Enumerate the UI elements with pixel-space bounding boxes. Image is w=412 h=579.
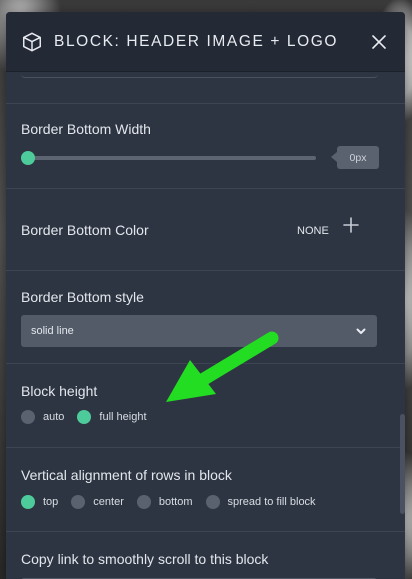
block-height-option-auto[interactable]: auto	[21, 410, 64, 424]
border-style-selected: solid line	[31, 325, 74, 337]
radio-dot	[136, 495, 151, 509]
radio-dot	[71, 495, 86, 509]
radio-label: spread to fill block	[227, 496, 316, 508]
block-height-label: Block height	[21, 383, 98, 399]
add-color-icon[interactable]	[343, 217, 359, 233]
previous-setting-remnant	[6, 72, 405, 104]
block-height-section: Block height auto full height	[6, 364, 405, 448]
scrollbar[interactable]	[400, 414, 405, 514]
vertical-alignment-options: top center bottom spread to fill block	[21, 495, 329, 509]
radio-label: bottom	[158, 496, 193, 508]
radio-label: center	[93, 496, 124, 508]
valign-option-center[interactable]: center	[71, 495, 124, 509]
panel-title: BLOCK: HEADER IMAGE + LOGO	[54, 32, 339, 50]
radio-dot-selected	[21, 495, 35, 509]
border-width-slider-track[interactable]	[28, 156, 316, 160]
border-width-slider-thumb[interactable]	[21, 151, 35, 165]
border-style-section: Border Bottom style solid line	[6, 271, 405, 364]
radio-dot-selected	[77, 410, 92, 424]
border-style-label: Border Bottom style	[21, 289, 144, 305]
block-settings-panel: BLOCK: HEADER IMAGE + LOGO Border Bottom…	[6, 12, 405, 579]
cube-icon	[23, 32, 41, 51]
close-icon[interactable]	[371, 34, 387, 50]
radio-label: top	[43, 496, 59, 508]
copy-link-section: Copy link to smoothly scroll to this blo…	[6, 532, 405, 579]
block-height-options: auto full height	[21, 410, 160, 424]
valign-option-top[interactable]: top	[21, 495, 58, 509]
border-color-value: NONE	[297, 225, 329, 237]
block-height-option-full[interactable]: full height	[77, 410, 147, 424]
radio-dot	[21, 410, 35, 424]
border-width-label: Border Bottom Width	[21, 121, 151, 137]
vertical-alignment-section: Vertical alignment of rows in block top …	[6, 448, 405, 532]
panel-header: BLOCK: HEADER IMAGE + LOGO	[6, 12, 405, 72]
chevron-down-icon	[356, 328, 366, 334]
border-color-label: Border Bottom Color	[21, 222, 149, 238]
copy-link-label: Copy link to smoothly scroll to this blo…	[21, 551, 269, 567]
radio-label: auto	[43, 411, 65, 423]
border-color-section: Border Bottom Color NONE	[6, 189, 405, 271]
valign-option-bottom[interactable]: bottom	[136, 495, 193, 509]
vertical-alignment-label: Vertical alignment of rows in block	[21, 467, 232, 483]
border-width-value: 0px	[331, 146, 379, 169]
valign-option-spread[interactable]: spread to fill block	[205, 495, 316, 509]
border-width-section: Border Bottom Width 0px	[6, 104, 405, 189]
settings-scroll-area[interactable]: Border Bottom Width 0px Border Bottom Co…	[6, 72, 405, 579]
radio-label: full height	[99, 411, 147, 423]
radio-dot	[205, 495, 220, 509]
border-style-select[interactable]: solid line	[21, 315, 377, 347]
